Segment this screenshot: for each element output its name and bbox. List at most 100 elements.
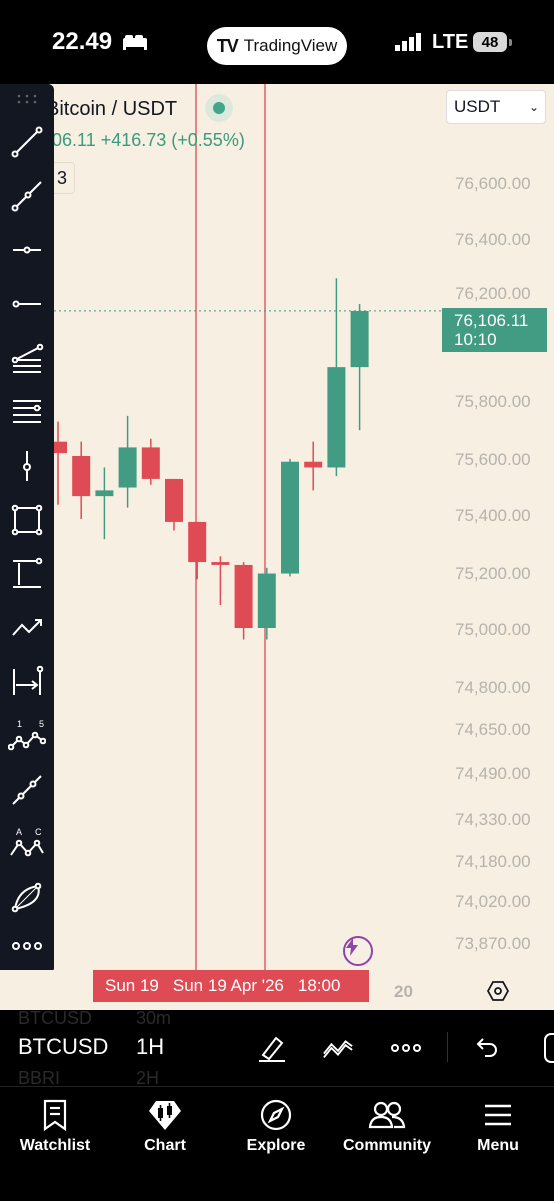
vertical-line-icon[interactable] xyxy=(7,446,47,486)
status-time: 22.49 xyxy=(52,28,113,55)
symbol-selector[interactable]: BTCUSD xyxy=(18,1034,108,1060)
nav-watchlist[interactable]: Watchlist xyxy=(0,1093,110,1155)
time-tick: 20 xyxy=(394,982,413,1001)
svg-text:1: 1 xyxy=(17,719,22,729)
abcd-pattern-icon[interactable]: AC xyxy=(7,824,47,864)
more-tools-icon[interactable] xyxy=(7,926,47,966)
candle-body xyxy=(281,461,299,574)
community-icon xyxy=(332,1093,442,1137)
path-icon[interactable] xyxy=(7,608,47,648)
ghost-prev-symbol: BTCUSD xyxy=(18,1008,93,1028)
bar-countdown: 10:10 xyxy=(454,330,497,349)
last-price: 76,106.11 xyxy=(454,311,529,330)
tradingview-logo-icon: TV xyxy=(216,35,239,56)
price-axis-label: 76,200.00 xyxy=(455,284,531,303)
indicators-icon[interactable] xyxy=(322,1032,354,1064)
candle-body xyxy=(327,367,346,468)
nav-chart-label: Chart xyxy=(144,1137,186,1154)
lightning-icon[interactable] xyxy=(343,936,373,966)
candle-body xyxy=(304,461,323,468)
nav-community[interactable]: Community xyxy=(332,1093,442,1155)
ray-icon[interactable] xyxy=(7,176,47,216)
nav-chart[interactable]: Chart xyxy=(110,1093,220,1155)
ghost-prev-interval: 30m xyxy=(136,1008,172,1028)
signal-icon xyxy=(395,33,421,51)
divider xyxy=(447,1032,448,1062)
compass-icon xyxy=(221,1093,331,1137)
nav-menu[interactable]: Menu xyxy=(443,1093,553,1155)
price-axis-label: 74,020.00 xyxy=(455,892,531,911)
extended-line-icon[interactable] xyxy=(7,770,47,810)
app-pill-label: TradingView xyxy=(243,36,338,55)
parallel-lines-icon[interactable] xyxy=(7,392,47,432)
price-axis-label: 74,800.00 xyxy=(455,678,531,697)
horizontal-line-icon[interactable] xyxy=(7,284,47,324)
last-price-tag: 76,106.11 10:10 xyxy=(442,308,547,352)
currency-select[interactable]: USDT ⌄ xyxy=(446,90,546,124)
rectangle-icon[interactable] xyxy=(7,500,47,540)
time-label-part-3: 18:00 xyxy=(297,976,341,995)
menu-icon xyxy=(443,1093,553,1137)
app-pill[interactable]: TV TradingView xyxy=(207,27,347,65)
svg-text:5: 5 xyxy=(39,719,44,729)
date-range-icon[interactable] xyxy=(7,662,47,702)
nav-explore[interactable]: Explore xyxy=(221,1093,331,1155)
elliott-wave-icon[interactable]: 15 xyxy=(7,716,47,756)
price-change: 06.11 +416.73 (+0.55%) xyxy=(52,130,245,150)
price-axis-label: 75,400.00 xyxy=(455,506,531,525)
price-axis-label: 74,490.00 xyxy=(455,764,531,783)
nav-explore-label: Explore xyxy=(246,1137,306,1154)
price-axis-label: 73,870.00 xyxy=(455,934,531,953)
crosshair-time-label: Sun 19 Sun 19 Apr '26 18:00 xyxy=(93,970,369,1002)
battery-icon: 48 xyxy=(473,32,512,52)
candle-body xyxy=(141,447,160,479)
nav-community-label: Community xyxy=(343,1137,431,1154)
candle-body xyxy=(95,490,114,497)
fullscreen-icon[interactable] xyxy=(532,1032,554,1064)
chart-settings-icon[interactable] xyxy=(487,980,509,1002)
nav-menu-label: Menu xyxy=(477,1137,519,1154)
price-axis-label: 75,000.00 xyxy=(455,620,531,639)
time-label-part-2: Sun 19 Apr '26 xyxy=(172,976,284,995)
drag-handle-icon[interactable] xyxy=(17,94,37,104)
candle-body xyxy=(165,478,183,522)
candle-body xyxy=(350,310,369,368)
interval-selector[interactable]: 1H xyxy=(136,1034,164,1060)
nav-watchlist-label: Watchlist xyxy=(19,1137,91,1154)
svg-text:A: A xyxy=(16,827,22,837)
more-options-icon[interactable] xyxy=(390,1032,422,1064)
candle-body xyxy=(118,447,137,488)
price-axis-label: 74,180.00 xyxy=(455,852,531,871)
price-axis-label: 75,200.00 xyxy=(455,564,531,583)
battery-level: 48 xyxy=(481,33,499,51)
time-axis[interactable]: Sun 19 Sun 19 Apr '26 18:00 20 xyxy=(0,970,554,1010)
chevron-down-icon: ⌄ xyxy=(528,100,539,114)
price-axis-label: 76,400.00 xyxy=(455,230,531,249)
chart-icon xyxy=(110,1093,220,1137)
candle-body xyxy=(211,562,230,565)
status-bar: 22.49 TV TradingView LTE 48 xyxy=(0,0,554,84)
trend-line-icon[interactable] xyxy=(7,122,47,162)
undo-icon[interactable] xyxy=(470,1032,502,1064)
fib-retracement-icon[interactable] xyxy=(7,338,47,378)
watchlist-icon xyxy=(0,1093,110,1137)
network-label: LTE xyxy=(432,31,469,53)
price-axis-label: 74,650.00 xyxy=(455,720,531,739)
svg-text:C: C xyxy=(35,827,42,837)
draw-pen-icon[interactable] xyxy=(256,1032,288,1064)
symbol-bar: BTCUSD 30m BTCUSD 1H BBRI 2H xyxy=(0,1008,554,1088)
interval-chip-label: 3 xyxy=(56,167,67,188)
price-axis-label: 74,330.00 xyxy=(455,810,531,829)
horizontal-ray-icon[interactable] xyxy=(7,230,47,270)
bottom-navigation: Watchlist Chart Explore Community Menu xyxy=(0,1086,554,1201)
market-open-icon xyxy=(205,94,233,122)
time-label-part-1: Sun 19 xyxy=(105,976,159,995)
chart-area[interactable]: Bitcoin / USDT 06.11 +416.73 (+0.55%) 3 … xyxy=(0,84,554,1010)
arc-icon[interactable] xyxy=(7,878,47,918)
currency-value: USDT xyxy=(454,97,501,116)
candle-body xyxy=(257,573,276,628)
drawing-toolbar: 15 AC xyxy=(0,84,54,974)
long-position-icon[interactable] xyxy=(7,554,47,594)
pair-title[interactable]: Bitcoin / USDT xyxy=(46,98,177,121)
price-axis-label: 76,600.00 xyxy=(455,174,531,193)
